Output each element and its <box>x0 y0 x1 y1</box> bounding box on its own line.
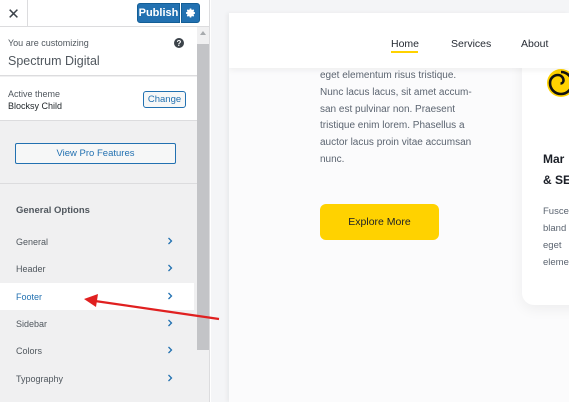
chevron-right-icon <box>168 292 173 300</box>
card-title-line: & SE <box>543 173 569 187</box>
menu-item-label: General <box>16 236 49 247</box>
service-card: Mar & SE Fusce bland eget eleme <box>522 43 569 305</box>
card-text-line: eget <box>543 240 562 251</box>
nav-active-underline <box>391 51 418 53</box>
view-pro-features-button[interactable]: View Pro Features <box>15 143 176 164</box>
help-icon[interactable]: ? <box>174 38 184 48</box>
scrollbar-thumb[interactable] <box>197 44 209 350</box>
body-line: nunc. <box>320 153 345 165</box>
card-text-line: Fusce <box>543 206 569 217</box>
pro-features-area: View Pro Features <box>0 122 197 184</box>
site-header: Home Services About <box>229 13 569 68</box>
customizing-label: You are customizing <box>8 38 89 48</box>
body-line: tristique enim lorem. Phasellus a <box>320 120 465 132</box>
chevron-right-icon <box>168 237 173 245</box>
chevron-right-icon <box>168 264 173 272</box>
section-title: General Options <box>16 205 90 216</box>
active-theme-label: Active theme <box>8 89 61 99</box>
publish-button[interactable]: Publish <box>137 3 180 23</box>
menu-item-general[interactable]: General <box>0 228 194 255</box>
menu-item-label: Colors <box>16 345 43 356</box>
body-line: auctor lacus proin vitae accumsan <box>320 137 472 149</box>
menu-item-label: Header <box>16 263 46 274</box>
body-line: san est pulvinar non. Praesent <box>320 103 456 115</box>
menu-item-sidebar[interactable]: Sidebar <box>0 310 194 337</box>
menu-item-colors[interactable]: Colors <box>0 337 194 364</box>
menu-item-header[interactable]: Header <box>0 255 194 282</box>
customizer-topbar: ✕ Publish <box>0 0 209 27</box>
gear-icon <box>185 8 195 18</box>
chevron-right-icon <box>168 374 173 382</box>
chevron-right-icon <box>168 346 173 354</box>
hero-body-text: eget elementum risus tristique. Nunc lac… <box>320 68 490 169</box>
site-name: Spectrum Digital <box>8 54 100 68</box>
spiral-icon <box>547 69 569 97</box>
card-title: Mar & SE <box>543 149 569 191</box>
body-line: Nunc lacus lacus, sit amet accum- <box>320 86 472 98</box>
publish-settings-button[interactable] <box>181 3 200 23</box>
menu-item-label: Typography <box>16 373 64 384</box>
change-theme-button[interactable]: Change <box>143 91 186 108</box>
chevron-right-icon <box>168 319 173 327</box>
card-title-line: Mar <box>543 152 565 166</box>
menu-item-label: Sidebar <box>16 318 48 329</box>
site-frame: Home Services About eget elementum risus… <box>229 13 569 402</box>
customizing-info: You are customizing Spectrum Digital ? <box>0 27 197 76</box>
nav-services[interactable]: Services <box>451 38 491 50</box>
explore-more-button[interactable]: Explore More <box>320 204 439 240</box>
close-customizer-button[interactable]: ✕ <box>0 0 28 27</box>
close-icon: ✕ <box>7 5 20 23</box>
card-text-line: bland <box>543 223 567 234</box>
menu-item-footer[interactable]: Footer <box>0 283 194 310</box>
card-text-line: eleme <box>543 257 569 268</box>
sidebar-scrollbar[interactable] <box>197 27 209 402</box>
card-text: Fusce bland eget eleme <box>543 203 569 271</box>
customizer-sidebar: ✕ Publish You are customizing Spectrum D… <box>0 0 210 402</box>
active-theme-panel: Active theme Blocksy Child Change <box>0 77 197 121</box>
menu-item-label: Footer <box>16 291 43 302</box>
scroll-up-arrow-icon[interactable] <box>200 31 206 35</box>
nav-home[interactable]: Home <box>391 38 419 50</box>
site-preview: Home Services About eget elementum risus… <box>211 0 569 402</box>
nav-about[interactable]: About <box>521 38 548 50</box>
active-theme-name: Blocksy Child <box>8 101 63 111</box>
menu-item-typography[interactable]: Typography <box>0 365 194 392</box>
body-line: eget elementum risus tristique. <box>320 70 457 81</box>
